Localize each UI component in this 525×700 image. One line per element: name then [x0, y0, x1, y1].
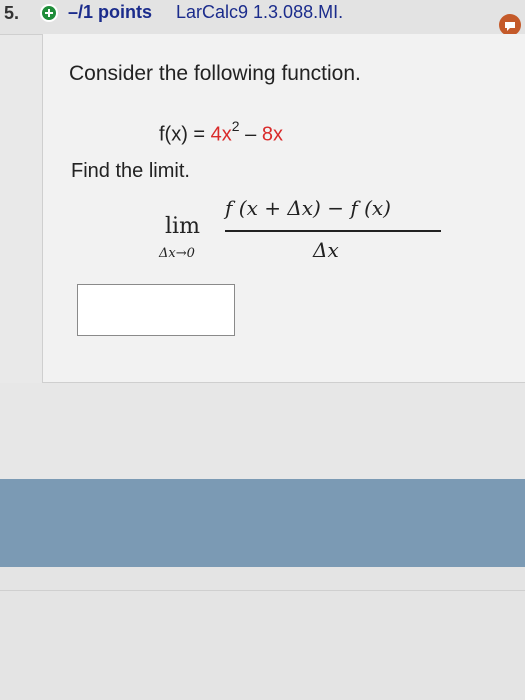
plus-circle-icon[interactable] — [40, 4, 58, 22]
function-term-1: 4x — [210, 123, 232, 146]
fraction-denominator: Δx — [313, 238, 339, 262]
course-label: LarCalc9 1.3.088.MI. — [176, 2, 344, 22]
lower-divider — [0, 590, 525, 591]
function-minus: – — [239, 123, 262, 146]
function-prefix: f(x) = — [159, 123, 211, 146]
note-glyph — [505, 22, 515, 31]
function-term-2: 8x — [261, 123, 283, 146]
section-divider-band — [0, 479, 525, 567]
limit-subscript: Δx→0 — [159, 246, 195, 261]
question-intro: Consider the following function. — [69, 62, 361, 85]
function-expression: f(x) = 4x2 – 8x — [159, 118, 283, 147]
fraction-bar — [225, 230, 441, 232]
plus-glyph — [45, 9, 53, 17]
points-label: –/1 points — [68, 2, 153, 22]
question-header: 5. –/1 points LarCalc9 1.3.088.MI. — [0, 0, 525, 36]
question-number: 5. — [4, 3, 20, 23]
answer-input[interactable] — [77, 284, 235, 336]
limit-word: lim — [165, 214, 200, 239]
lower-page-area — [0, 567, 525, 700]
function-exponent: 2 — [231, 118, 240, 134]
note-icon[interactable] — [499, 14, 521, 36]
question-panel: Consider the following function. f(x) = … — [42, 34, 525, 383]
instruction-text: Find the limit. — [71, 160, 190, 182]
fraction-numerator: f (x + Δx) − f (x) — [225, 196, 391, 220]
page-gap — [0, 383, 525, 479]
